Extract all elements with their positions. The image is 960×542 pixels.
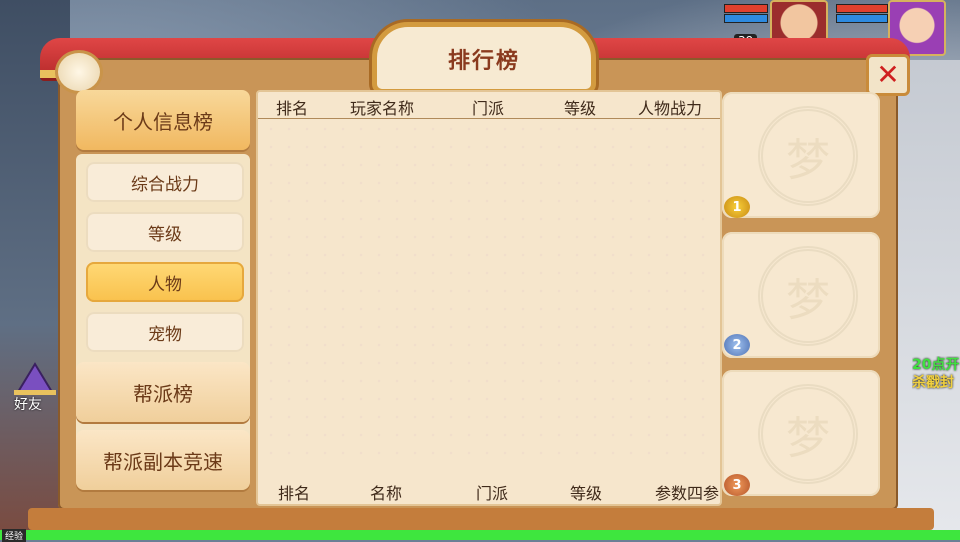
event-line-1: 20点开 [912,357,960,373]
panel-ornament-orb [55,50,103,94]
tab-personal-ranking[interactable]: 个人信息榜 [76,90,250,150]
exp-label: 经验 [2,529,27,542]
table-header: 排名 玩家名称 门派 等级 人物战力 [258,92,720,119]
dream-emblem-icon: 梦 [758,384,858,484]
rank-2-medal-icon: 2 [724,334,750,356]
category-sidebar: 个人信息榜 综合战力 等级 人物 宠物 帮派榜 帮派副本竞速 [70,90,256,500]
dream-emblem-icon: 梦 [758,246,858,346]
friend-label[interactable]: 好友 [14,394,42,414]
rank-3-medal-icon: 3 [724,474,750,496]
ranking-table: 排名 玩家名称 门派 等级 人物战力 排名 名称 门派 等级 参数四参数五 [256,90,722,527]
subtab-level[interactable]: 等级 [86,212,244,252]
event-notice[interactable]: 20点开 杀戳封 [912,356,960,392]
top-three-podium: 梦 1 梦 2 梦 3 [720,90,884,500]
panel-bottom-rim [28,508,934,530]
subtab-pet[interactable]: 宠物 [86,312,244,352]
header-school: 门派 [472,99,505,118]
pet-mp-bar [836,14,888,23]
player-mp-bar [724,14,768,23]
title-plaque: 排行榜 [372,22,596,94]
footer-level: 等级 [570,484,603,503]
pet-hp-bar [836,4,888,13]
exp-bar [0,530,960,540]
rank-1-medal-icon: 1 [724,196,750,218]
close-icon: ✕ [876,58,900,91]
subtab-combat-power[interactable]: 综合战力 [86,162,244,202]
subtab-character[interactable]: 人物 [86,262,244,302]
dream-emblem-icon: 梦 [758,106,858,206]
my-rank-row: 排名 名称 门派 等级 参数四参数五 [258,476,720,527]
header-level: 等级 [564,99,597,118]
header-player-name: 玩家名称 [350,99,415,118]
window-title: 排行榜 [447,49,520,74]
player-hp-bar [724,4,768,13]
header-character-power: 人物战力 [638,99,703,118]
tab-guild-ranking[interactable]: 帮派榜 [76,362,250,422]
header-rank: 排名 [276,99,309,118]
table-body[interactable] [262,120,716,466]
wizard-hat-icon [14,362,56,395]
event-line-2: 杀戳封 [912,375,954,391]
footer-school: 门派 [476,484,509,503]
tab-guild-dungeon-race[interactable]: 帮派副本竞速 [76,430,250,490]
footer-name: 名称 [370,484,403,503]
footer-rank: 排名 [278,484,311,503]
